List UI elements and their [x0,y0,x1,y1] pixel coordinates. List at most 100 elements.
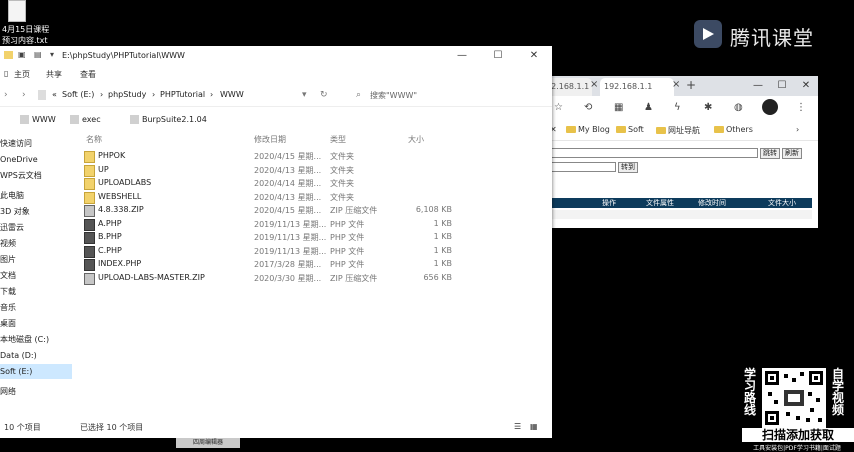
play-logo-icon [694,20,722,48]
file-row[interactable]: 4.8.338.ZIP 2020/4/15 星期... ZIP 压缩文件 6,108 … [82,204,462,217]
close-icon[interactable]: ✕ [794,76,818,96]
file-row[interactable]: C.PHP 2019/11/13 星期... PHP 文件 1 KB [82,245,462,258]
forward-icon[interactable]: › [22,90,26,100]
column-size[interactable]: 大小 [408,134,424,145]
nav-item[interactable]: WPS云文档 [0,168,72,183]
new-tab-button[interactable]: + [686,76,696,94]
browser-toolbar: ☆ ⟲ ▦ ♟ ϟ ✱ ◍ ⋮ [540,96,818,120]
nav-item[interactable]: 此电脑 [0,188,72,203]
tiles-view-icon[interactable]: ▦ [530,422,538,431]
breadcrumb-sep: › [100,90,104,99]
chevron-right-icon[interactable]: › [796,125,799,134]
file-row[interactable]: WEBSHELL 2020/4/13 星期... 文件夹 [82,191,462,204]
jump-button[interactable]: 跳转 [760,148,780,159]
breadcrumb-phpstudy[interactable]: phpStudy [108,90,146,99]
tab-home[interactable]: 主页 [14,69,30,80]
close-icon[interactable]: ✕ [516,46,552,66]
refresh-icon[interactable]: ↻ [320,90,328,100]
sync-icon[interactable]: ⟲ [584,102,592,113]
nav-item[interactable]: 网络 [0,384,72,399]
menu-icon[interactable]: ⋮ [796,102,806,113]
close-tab-icon[interactable]: × [590,76,598,94]
bookmark-nav[interactable]: 网址导航 [656,125,700,136]
file-row[interactable]: A.PHP 2019/11/13 星期... PHP 文件 1 KB [82,218,462,231]
quick-access-dropdown-icon[interactable]: ▾ [50,50,54,59]
go-input[interactable] [550,162,616,172]
bookmark-soft[interactable]: Soft [616,125,644,134]
nav-item[interactable]: 视频 [0,236,72,251]
quick-tab-www[interactable]: WWW [20,115,56,124]
refresh-button[interactable]: 刷新 [782,148,802,159]
desktop-file[interactable]: 4月15日课程 预习内容.txt [0,0,60,50]
chevron-down-icon[interactable]: ▾ [302,90,307,100]
php-file-icon [84,218,95,231]
file-row[interactable]: B.PHP 2019/11/13 星期... PHP 文件 1 KB [82,231,462,244]
search-input[interactable]: 搜索"WWW" [370,90,417,101]
address-bar[interactable]: › › « Soft (E:) › phpStudy › PHPTutorial… [0,84,552,107]
quick-tab-burpsuite[interactable]: BurpSuite2.1.04 [130,115,207,124]
nav-item[interactable]: 本地磁盘 (C:) [0,332,72,347]
file-row[interactable]: UPLOAD-LABS-MASTER.ZIP 2020/3/30 星期... ZIP… [82,272,462,285]
avatar[interactable] [762,99,778,115]
nav-item[interactable]: 文档 [0,268,72,283]
nav-item[interactable]: Data (D:) [0,348,72,363]
file-date: 2020/4/15 星期... [254,152,322,161]
tab-view[interactable]: 查看 [80,69,96,80]
user-icon[interactable]: ♟ [644,102,653,113]
nav-item[interactable]: 快速访问 [0,136,72,151]
breadcrumb-phptutorial[interactable]: PHPTutorial [160,90,205,99]
puzzle-icon[interactable]: ✱ [704,102,712,113]
breadcrumb-www[interactable]: WWW [220,90,244,99]
nav-item[interactable]: 图片 [0,252,72,267]
browser-tab-active[interactable]: 192.168.1.1 [600,78,674,96]
file-type: 文件夹 [330,179,354,188]
promo-footer: 工具安装包|PDF学习书籍|面试题 [753,445,841,452]
nav-item[interactable]: Soft (E:) [0,364,72,379]
go-button[interactable]: 转到 [618,162,638,173]
file-size: 1 KB [433,259,452,268]
details-view-icon[interactable]: ☰ [514,422,521,431]
tab-share[interactable]: 共享 [46,69,62,80]
file-name: C.PHP [98,245,122,255]
quick-folder-icon[interactable]: ▤ [34,50,42,59]
column-name[interactable]: 名称 [86,134,102,145]
star-icon[interactable]: ☆ [554,102,563,113]
maximize-icon[interactable]: ☐ [480,46,516,66]
back-icon[interactable]: › [4,90,8,100]
close-tab-icon[interactable]: × [672,76,680,94]
browser-window[interactable]: 92.168.1.1 × 192.168.1.1 × + — ☐ ✕ ☆ ⟲ ▦… [540,76,818,228]
folder-icon [130,115,139,124]
nav-item[interactable]: 音乐 [0,300,72,315]
col-size: 文件大小 [768,199,796,207]
extension-icon[interactable]: ◍ [734,102,743,113]
path-input[interactable] [550,148,758,158]
nav-item[interactable]: 迅雷云 [0,220,72,235]
quick-tab-exec[interactable]: exec [70,115,101,124]
minimize-icon[interactable]: — [746,76,770,96]
browser-page-content: 跳转 刷新 转到 操作 文件属性 修改时间 文件大小 [540,142,818,228]
taskbar-item[interactable]: 四周编辑器 [176,438,240,448]
file-tab[interactable]: ▯ [4,69,8,78]
file-row[interactable]: PHPOK 2020/4/15 星期... 文件夹 [82,150,462,163]
bookmark-others[interactable]: Others [714,125,753,134]
nav-item[interactable]: 桌面 [0,316,72,331]
file-row[interactable]: UP 2020/4/13 星期... 文件夹 [82,164,462,177]
nav-item[interactable]: 3D 对象 [0,204,72,219]
quick-save-icon[interactable]: ▣ [18,50,26,59]
file-row[interactable]: INDEX.PHP 2017/3/28 星期... PHP 文件 1 KB [82,258,462,271]
nav-item[interactable]: 下载 [0,284,72,299]
column-date[interactable]: 修改日期 [254,134,286,145]
maximize-icon[interactable]: ☐ [770,76,794,96]
promo-scan-text: 扫描添加获取 [742,428,854,442]
bookmark-my-blog[interactable]: My Blog [566,125,610,134]
file-row[interactable]: UPLOADLABS 2020/4/14 星期... 文件夹 [82,177,462,190]
breadcrumb-overflow[interactable]: « [52,90,57,99]
file-explorer-window[interactable]: ▣ ▤ ▾ E:\phpStudy\PHPTutorial\WWW — ☐ ✕ … [0,46,552,438]
lightning-icon[interactable]: ϟ [674,102,681,113]
file-name: UPLOADLABS [98,178,152,187]
grid-icon[interactable]: ▦ [614,102,623,113]
minimize-icon[interactable]: — [444,46,480,66]
breadcrumb-soft[interactable]: Soft (E:) [62,90,94,99]
column-type[interactable]: 类型 [330,134,346,145]
nav-item[interactable]: OneDrive [0,152,72,167]
